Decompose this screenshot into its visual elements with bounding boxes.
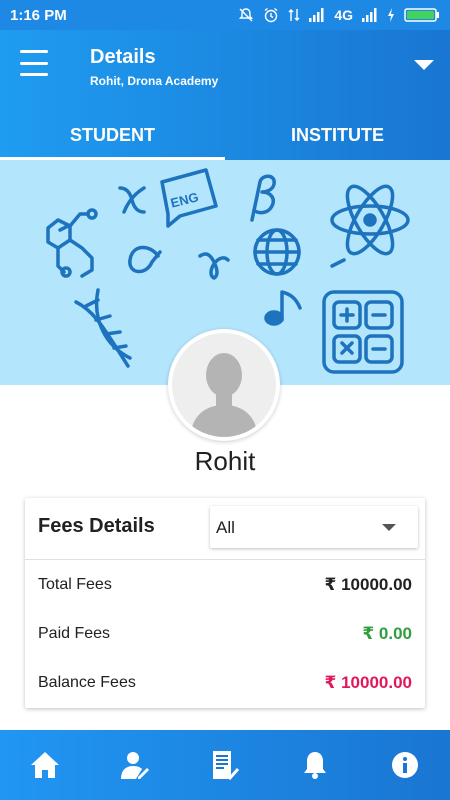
tab-institute[interactable]: INSTITUTE bbox=[225, 110, 450, 160]
status-bar: 1:16 PM 4G bbox=[0, 0, 450, 30]
beta-icon bbox=[250, 174, 276, 222]
eng-badge-text: ENG bbox=[169, 189, 200, 210]
signal-icon bbox=[309, 8, 324, 22]
fees-row-balance: Balance Fees ₹ 10000.00 bbox=[38, 668, 412, 698]
chevron-down-icon bbox=[382, 524, 396, 531]
minus-sign-icon bbox=[330, 258, 346, 268]
fees-row-label: Balance Fees bbox=[38, 674, 136, 691]
fees-row-amount: ₹ 0.00 bbox=[362, 624, 412, 643]
nav-report[interactable] bbox=[180, 730, 270, 800]
fees-row-amount: ₹ 10000.00 bbox=[324, 673, 412, 692]
fees-filter-value: All bbox=[216, 518, 235, 537]
alpha-icon bbox=[128, 245, 162, 274]
molecule-icon bbox=[46, 208, 98, 278]
tab-student[interactable]: STUDENT bbox=[0, 110, 225, 160]
notification-bell-icon bbox=[304, 752, 326, 779]
status-time: 1:16 PM bbox=[10, 6, 67, 24]
person-silhouette-icon bbox=[172, 333, 276, 437]
battery-icon bbox=[404, 8, 439, 22]
nav-info[interactable] bbox=[360, 730, 450, 800]
fees-row-amount: ₹ 10000.00 bbox=[324, 575, 412, 594]
nav-notifications[interactable] bbox=[270, 730, 360, 800]
page-subtitle: Rohit, Drona Academy bbox=[90, 74, 219, 88]
fees-filter-select[interactable]: All bbox=[210, 506, 418, 548]
fees-card: Fees Details All Total Fees ₹ 10000.00 P… bbox=[25, 498, 425, 708]
fees-row-label: Total Fees bbox=[38, 576, 112, 593]
calculator-icon bbox=[322, 290, 404, 374]
fees-title: Fees Details bbox=[38, 515, 155, 537]
charging-icon bbox=[388, 8, 394, 22]
student-name: Rohit bbox=[194, 446, 256, 476]
gamma-icon bbox=[198, 252, 230, 280]
report-icon bbox=[213, 751, 239, 780]
app-bar: Details Rohit, Drona Academy STUDENT INS… bbox=[0, 30, 450, 160]
fees-card-header: Fees Details All bbox=[25, 498, 425, 560]
nav-student-profile[interactable] bbox=[90, 730, 180, 800]
page-title: Details bbox=[90, 46, 156, 68]
tab-bar: STUDENT INSTITUTE bbox=[0, 110, 450, 160]
multiply-symbol-icon bbox=[118, 186, 146, 214]
home-icon bbox=[31, 752, 59, 778]
bottom-navigation bbox=[0, 730, 450, 800]
data-arrows-icon bbox=[288, 9, 300, 21]
dna-icon bbox=[74, 288, 132, 368]
student-profile-icon bbox=[121, 752, 149, 779]
hamburger-menu-icon[interactable] bbox=[20, 50, 48, 76]
fees-row-label: Paid Fees bbox=[38, 625, 111, 642]
mute-icon bbox=[239, 8, 254, 22]
fees-row-total: Total Fees ₹ 10000.00 bbox=[38, 570, 412, 600]
info-icon bbox=[392, 752, 418, 778]
avatar[interactable] bbox=[168, 329, 280, 441]
globe-icon bbox=[253, 228, 301, 276]
caret-down-icon[interactable] bbox=[414, 60, 434, 70]
status-icons: 4G bbox=[238, 7, 440, 23]
fees-row-paid: Paid Fees ₹ 0.00 bbox=[38, 619, 412, 649]
signal-icon bbox=[362, 8, 377, 22]
alarm-icon bbox=[264, 7, 278, 23]
atom-icon bbox=[330, 184, 410, 256]
music-note-icon bbox=[264, 290, 302, 326]
nav-home[interactable] bbox=[0, 730, 90, 800]
network-type: 4G bbox=[334, 7, 353, 23]
